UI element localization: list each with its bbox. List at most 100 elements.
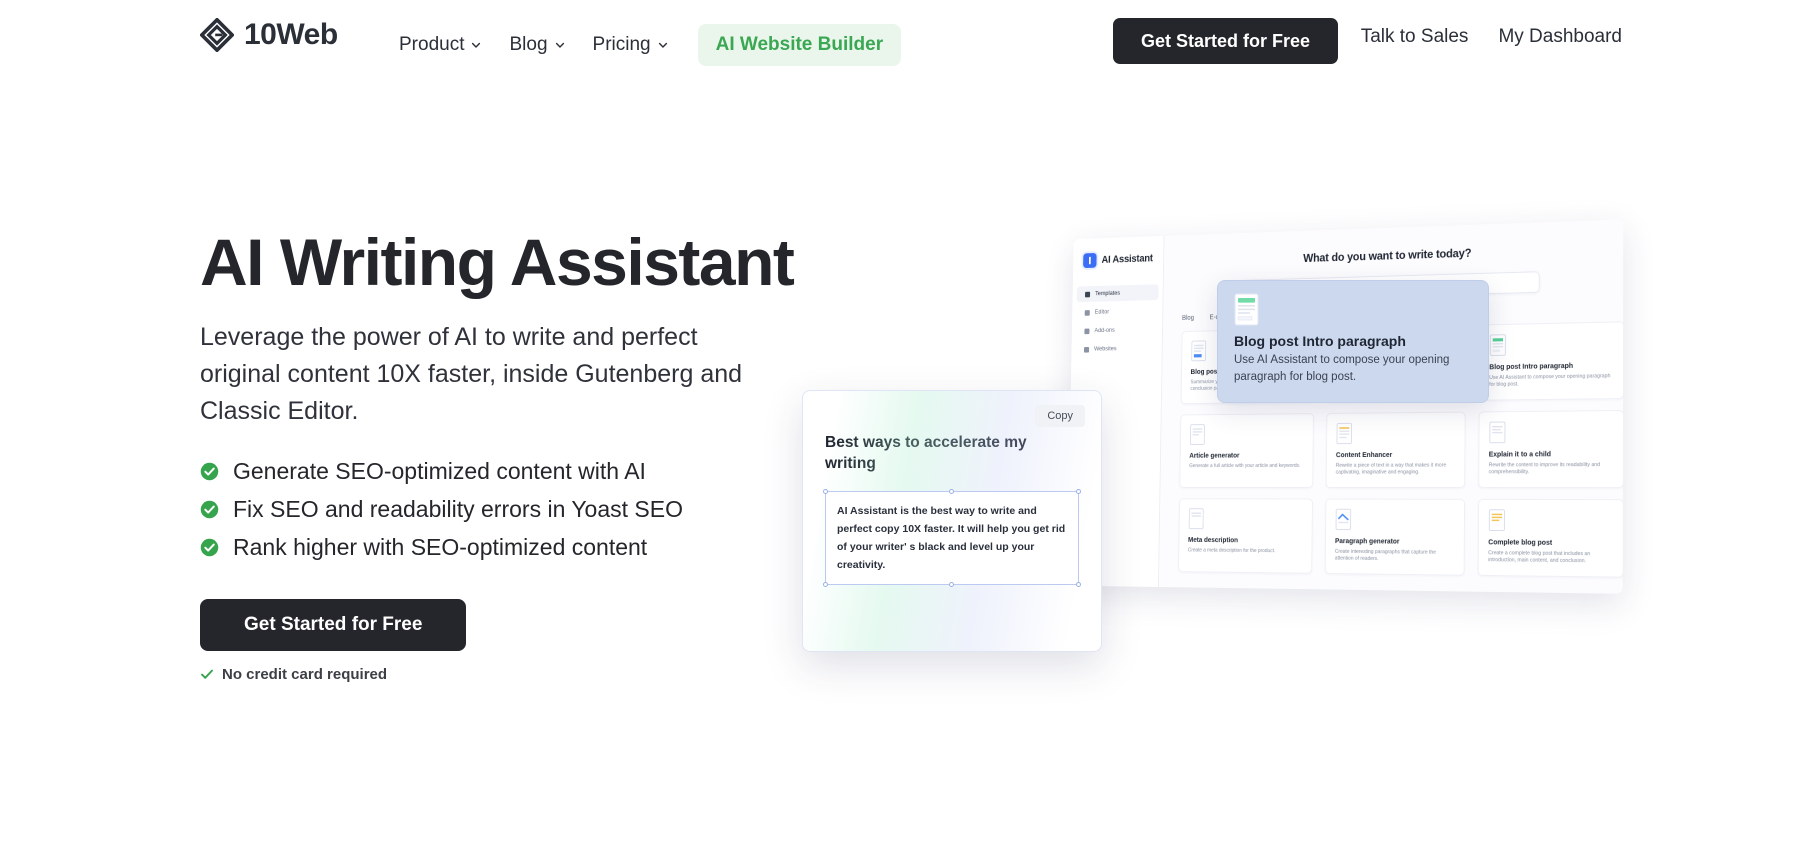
template-card-title: Content Enhancer [1335,450,1393,460]
hero-subtitle: Leverage the power of AI to write and pe… [200,323,743,425]
document-icon [1189,424,1207,447]
template-card[interactable]: Paragraph generator Create interesting p… [1324,498,1466,576]
list-item-label: Fix SEO and readability errors in Yoast … [233,495,683,522]
document-icon [1191,340,1209,363]
template-card[interactable]: Article generator Generate a full articl… [1179,413,1314,488]
app-heading: What do you want to write today? [1303,246,1472,265]
list-item: Rank higher with SEO-optimized content [200,534,840,561]
nav-label: Pricing [592,34,651,55]
hero-illustration: AI Assistant Templates Editor Add-ons We… [802,200,1680,720]
tab-blog[interactable]: Blog [1182,315,1194,322]
sidebar-item-templates[interactable]: Templates [1076,284,1159,303]
no-credit-card-label: No credit card required [222,665,388,683]
feature-list: Generate SEO-optimized content with AI F… [200,458,840,561]
header-get-started-button[interactable]: Get Started for Free [1112,18,1338,64]
template-card-desc: Rewrite a piece of text in a way that ma… [1335,462,1447,476]
no-credit-card-note: No credit card required [200,666,840,683]
template-card[interactable]: Complete blog post Create a complete blo… [1477,498,1624,578]
globe-icon [1084,346,1090,353]
app-mockup-window: AI Assistant Templates Editor Add-ons We… [1067,219,1624,594]
sidebar-item-add-ons[interactable]: Add-ons [1076,321,1158,339]
highlighted-template-card[interactable]: Blog post Intro paragraph Use AI Assista… [1217,280,1489,403]
list-item: Fix SEO and readability errors in Yoast … [200,496,840,523]
resize-handle[interactable] [823,582,828,588]
template-card-desc: Use AI Assistant to compose your opening… [1489,372,1611,389]
template-card-desc: Create a complete blog post that include… [1488,549,1591,565]
sidebar-item-label: Add-ons [1094,327,1115,334]
editor-body-text: AI Assistant is the best way to write an… [837,504,1066,571]
template-card-desc: Generate a full article with your articl… [1189,462,1301,469]
highlighted-card-desc: Use AI Assistant to compose your opening… [1234,354,1450,383]
resize-handle[interactable] [1076,582,1081,588]
highlighted-card-title: Blog post Intro paragraph [1234,333,1406,349]
document-icon [1335,508,1353,531]
resize-handle[interactable] [949,488,954,494]
chevron-down-icon [658,42,667,48]
nav-item-blog[interactable]: Blog [495,28,578,62]
template-card-title: Complete blog post [1488,537,1553,547]
sidebar-item-label: Websites [1094,345,1117,353]
link-talk-to-sales[interactable]: Talk to Sales [1361,26,1469,48]
template-card-title: Paragraph generator [1334,536,1400,546]
resize-handle[interactable] [949,582,954,588]
nav-label: Product [399,34,465,55]
chevron-down-icon [472,42,481,48]
hero-content: AI Writing Assistant Leverage the power … [200,225,840,683]
sidebar-item-editor[interactable]: Editor [1076,303,1158,321]
check-icon [201,669,213,679]
template-card[interactable]: Blog post Intro paragraph Use AI Assista… [1478,321,1624,401]
app-nav: Templates Editor Add-ons Websites [1071,284,1162,357]
document-icon [1336,422,1354,445]
document-icon [1234,293,1259,326]
app-brand-label: AI Assistant [1101,252,1153,266]
document-icon [1488,509,1507,533]
sidebar-item-label: Editor [1094,308,1110,316]
list-item-label: Generate SEO-optimized content with AI [233,457,646,484]
resize-handle[interactable] [823,488,828,494]
grid-icon [1085,291,1091,297]
document-icon [1489,421,1508,445]
editor-text-block[interactable]: AI Assistant is the best way to write an… [823,488,1081,588]
nav-item-ai-website-builder[interactable]: AI Website Builder [697,24,902,66]
puzzle-icon [1084,328,1090,334]
nav-label: Blog [509,34,548,55]
template-card[interactable]: Meta description Create a meta descripti… [1178,498,1313,574]
app-logo-icon [1083,252,1097,269]
resize-handle[interactable] [1076,488,1081,494]
template-card-title: Article generator [1189,450,1240,460]
document-icon [1084,309,1090,316]
check-circle-icon [200,500,219,518]
editor-title: Best ways to accelerate my writing [825,434,1027,472]
nav-item-product[interactable]: Product [385,28,495,62]
sidebar-item-label: Templates [1095,289,1121,298]
landing-page: 10Web Product Blog Pricing AI Website Bu… [0,0,1800,847]
check-circle-icon [200,538,219,556]
header-secondary-links: Talk to Sales My Dashboard [1361,26,1622,48]
hero-get-started-button[interactable]: Get Started for Free [200,598,467,651]
template-card[interactable]: Explain it to a child Rewrite the conten… [1478,409,1624,489]
copy-button[interactable]: Copy [1035,405,1085,427]
sidebar-item-websites[interactable]: Websites [1076,340,1158,357]
editor-preview-card: Copy Best ways to accelerate my writing … [802,390,1102,652]
document-icon [1188,508,1206,531]
diamond-logo-icon [200,18,234,52]
template-card[interactable]: Content Enhancer Rewrite a piece of text… [1325,411,1466,489]
chevron-down-icon [555,42,564,48]
primary-nav: Product Blog Pricing AI Website Builder [385,24,902,66]
template-card-title: Blog post Intro paragraph [1489,360,1574,372]
template-card-desc: Create interesting paragraphs that captu… [1334,548,1437,563]
template-card-title: Meta description [1188,535,1239,545]
logo[interactable]: 10Web [200,18,338,52]
site-header: 10Web Product Blog Pricing AI Website Bu… [0,0,1800,78]
document-icon [1489,334,1508,358]
template-card-title: Explain it to a child [1488,449,1551,459]
link-my-dashboard[interactable]: My Dashboard [1498,26,1622,48]
list-item: Generate SEO-optimized content with AI [200,458,840,485]
list-item-label: Rank higher with SEO-optimized content [233,533,648,560]
template-card-desc: Rewrite the content to improve its reada… [1488,461,1601,476]
page-title: AI Writing Assistant [200,225,795,299]
app-brand: AI Assistant [1073,236,1164,269]
logo-text: 10Web [244,18,338,51]
nav-item-pricing[interactable]: Pricing [579,28,682,62]
check-circle-icon [200,462,219,480]
